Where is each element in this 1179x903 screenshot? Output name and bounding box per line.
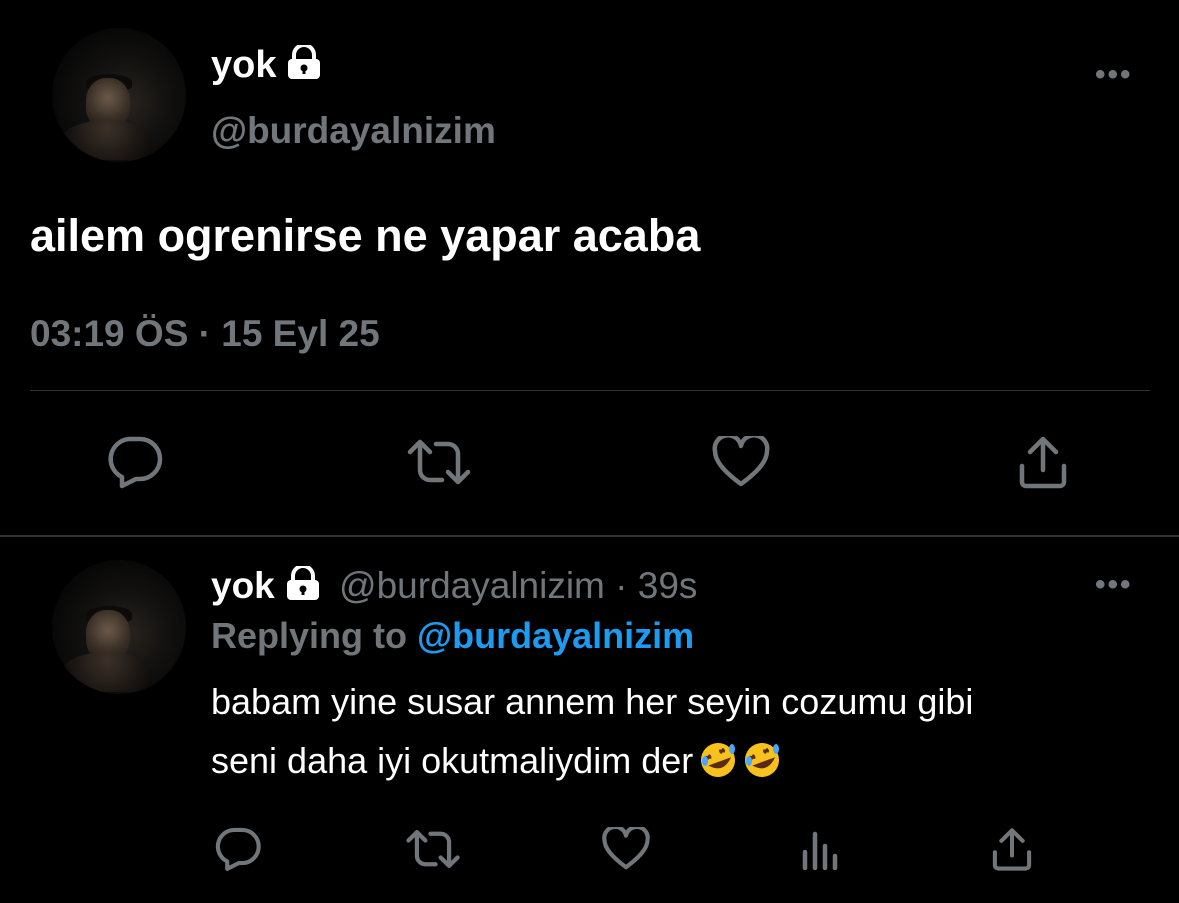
lock-icon xyxy=(283,564,323,609)
reply-icon xyxy=(106,435,164,494)
reply-icon xyxy=(214,826,262,877)
avatar-body xyxy=(62,652,152,692)
rolling-on-floor-laughing-emoji xyxy=(743,737,781,796)
reply-author-handle[interactable]: @burdayalnizim xyxy=(339,565,605,606)
reply-text-line: babam yine susar annem her seyin cozumu … xyxy=(211,681,974,722)
reply-text-line-2: seni daha iyi okutmaliydim der xyxy=(211,731,973,796)
retweet-icon xyxy=(405,827,461,876)
tweet-text: ailem ogrenirse ne yapar acaba xyxy=(30,210,701,261)
tweet-separator xyxy=(0,535,1179,537)
reply-share-button[interactable] xyxy=(984,822,1040,880)
reply-author-name[interactable]: yok xyxy=(211,565,275,606)
reply-avatar[interactable] xyxy=(52,560,186,694)
author-handle[interactable]: @burdayalnizim xyxy=(211,110,496,152)
lock-icon xyxy=(284,43,324,89)
reply-like-button[interactable] xyxy=(598,822,654,880)
reply-header: yok @burdayalnizim · 39s xyxy=(211,564,697,609)
rolling-on-floor-laughing-emoji xyxy=(699,737,737,796)
replying-to-handle-link[interactable]: @burdayalnizim xyxy=(417,615,694,656)
reply-text: babam yine susar annem her seyin cozumu … xyxy=(211,672,973,796)
reply-more-options-icon[interactable]: ••• xyxy=(1095,568,1133,602)
reply-button[interactable] xyxy=(100,432,170,496)
avatar-body xyxy=(62,120,152,160)
reply-text-line: seni daha iyi okutmaliydim der xyxy=(211,740,694,781)
retweet-icon xyxy=(406,436,472,493)
author-name[interactable]: yok xyxy=(211,44,276,86)
more-options-icon[interactable]: ••• xyxy=(1095,58,1133,92)
share-icon xyxy=(990,826,1034,877)
replying-to-label: Replying to xyxy=(211,615,407,656)
reply-reply-button[interactable] xyxy=(210,822,266,880)
retweet-button[interactable] xyxy=(402,432,476,496)
like-button[interactable] xyxy=(708,432,774,496)
author-name-row[interactable]: yok xyxy=(211,43,324,89)
heart-icon xyxy=(602,824,650,876)
avatar[interactable] xyxy=(52,28,186,162)
reply-age[interactable]: · 39s xyxy=(615,565,697,606)
views-button[interactable] xyxy=(792,822,848,880)
share-button[interactable] xyxy=(1010,432,1076,496)
divider xyxy=(30,390,1150,391)
heart-icon xyxy=(712,432,770,493)
reply-retweet-button[interactable] xyxy=(402,822,464,880)
tweet-timestamp[interactable]: 03:19 ÖS · 15 Eyl 25 xyxy=(30,313,380,355)
views-icon xyxy=(800,828,840,875)
replying-to: Replying to @burdayalnizim xyxy=(211,615,694,657)
share-icon xyxy=(1016,434,1070,495)
